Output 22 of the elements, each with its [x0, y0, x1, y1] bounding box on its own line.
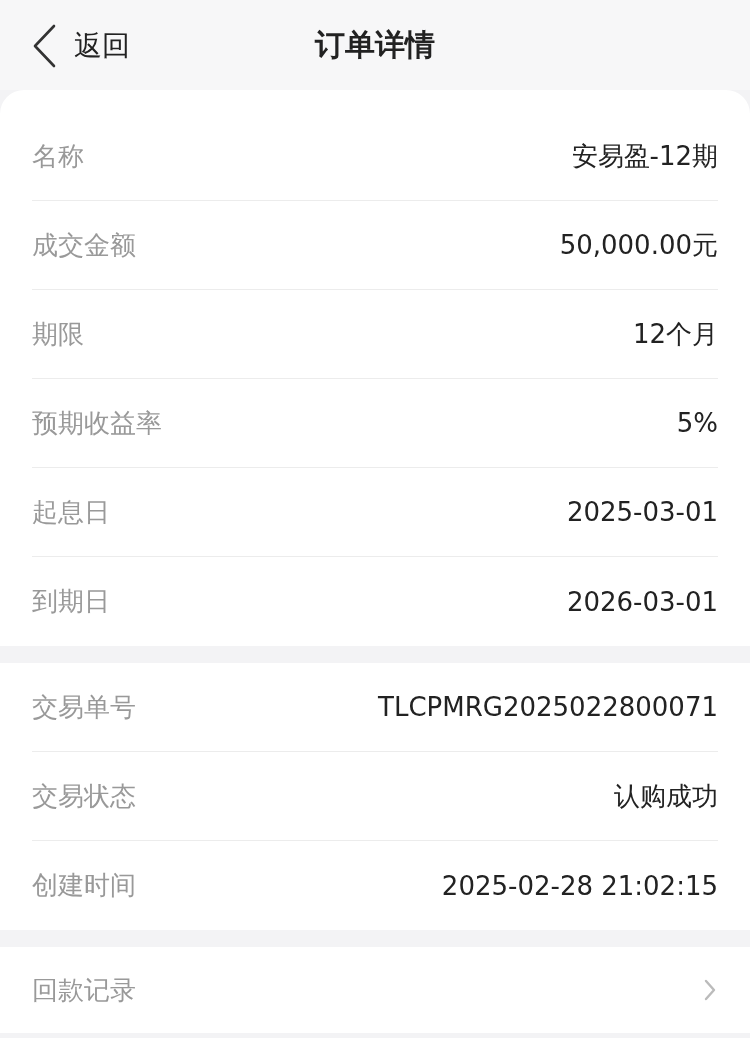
field-label: 预期收益率 [32, 406, 162, 440]
field-value: 2025-02-28 21:02:15 [441, 870, 718, 901]
field-label: 成交金额 [32, 228, 136, 262]
field-label: 名称 [32, 139, 84, 173]
back-button[interactable]: 返回 [32, 24, 130, 68]
field-label: 到期日 [32, 585, 110, 618]
field-value: TLCPMRG2025022800071 [378, 692, 718, 722]
field-value: 安易盈-12期 [571, 139, 718, 173]
field-label: 期限 [32, 317, 84, 351]
field-label: 交易状态 [32, 779, 136, 813]
field-label: 创建时间 [32, 869, 136, 902]
chevron-right-icon [704, 979, 716, 1001]
field-value: 认购成功 [614, 779, 718, 813]
field-value: 50,000.00元 [559, 228, 718, 262]
field-value: 12个月 [632, 317, 718, 351]
field-label: 起息日 [32, 495, 110, 529]
field-value: 2026-03-01 [566, 586, 718, 617]
field-label: 交易单号 [32, 690, 136, 724]
back-chevron-icon [32, 24, 56, 68]
field-value: 2025-03-01 [566, 497, 718, 527]
page-title: 订单详情 [315, 25, 435, 64]
field-value: 5% [676, 408, 718, 438]
